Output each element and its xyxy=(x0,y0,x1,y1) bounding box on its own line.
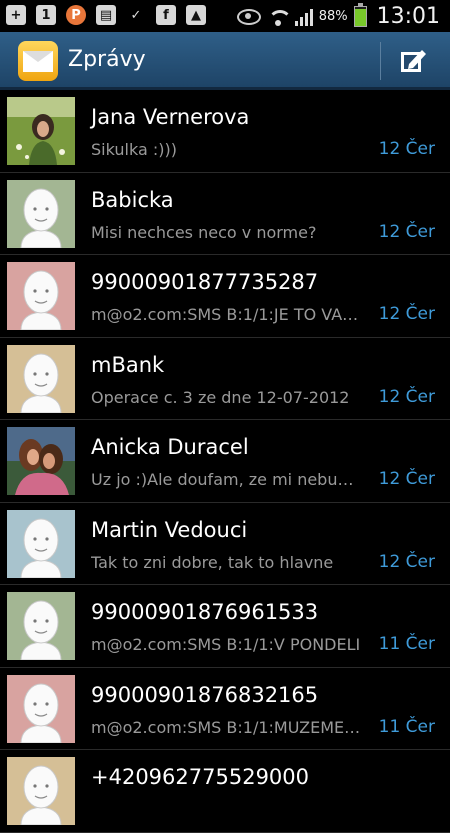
contact-photo[interactable] xyxy=(7,97,75,165)
messages-envelope-icon[interactable] xyxy=(18,41,58,81)
facebook-icon: f xyxy=(156,5,176,25)
sd-card-icon: ▤ xyxy=(96,5,116,25)
conversation-row[interactable]: 99000901877735287 m@o2.com:SMS B:1/1:JE T… xyxy=(0,255,450,338)
contact-name: Anicka Duracel xyxy=(91,435,249,459)
message-date: 12 Čer xyxy=(378,221,435,242)
conversation-row[interactable]: Anicka Duracel Uz jo :)Ale doufam, ze mi … xyxy=(0,420,450,503)
image-icon: ▲ xyxy=(186,5,206,25)
message-snippet: Misi nechces neco v norme? xyxy=(91,222,317,242)
conversation-row[interactable]: +420962775529000 xyxy=(0,750,450,833)
check-shield-icon: ✓ xyxy=(130,7,142,23)
message-date: 11 Čer xyxy=(378,634,435,654)
conversation-row[interactable]: Martin Vedouci Tak to zni dobre, tak to h… xyxy=(0,503,450,585)
wifi-icon xyxy=(267,7,289,27)
message-snippet: Tak to zni dobre, tak to hlavne xyxy=(91,552,334,572)
signal-icon xyxy=(294,8,313,26)
contact-name: 99000901876961533 xyxy=(91,600,319,624)
message-snippet: Uz jo :)Ale doufam, ze mi nebudes xyxy=(91,470,361,489)
message-snippet: Operace c. 3 ze dne 12-07-2012 xyxy=(91,387,350,407)
clock: 13:01 xyxy=(376,4,440,29)
conversation-row[interactable]: Babicka Misi nechces neco v norme? 12 Čer xyxy=(0,173,450,255)
action-bar: Zprávy xyxy=(0,32,450,90)
contact-name: Martin Vedouci xyxy=(91,517,248,542)
conversation-row[interactable]: 99000901876832165 m@o2.com:SMS B:1/1:MUZE… xyxy=(0,668,450,750)
contact-avatar-icon[interactable] xyxy=(7,344,75,413)
conversation-row[interactable]: mBank Operace c. 3 ze dne 12-07-2012 12 Če… xyxy=(0,338,450,420)
contact-avatar-icon[interactable] xyxy=(7,757,75,825)
message-snippet: m@o2.com:SMS B:1/1:JE TO VAZNE? xyxy=(91,305,361,324)
action-divider xyxy=(380,42,381,80)
battery-percent: 88% xyxy=(318,9,348,24)
message-date: 12 Čer xyxy=(378,386,435,407)
contact-name: Jana Vernerova xyxy=(91,105,250,129)
conversation-row[interactable]: Jana Vernerova Sikulka :))) 12 Čer xyxy=(0,90,450,173)
contact-name: Babicka xyxy=(91,187,174,212)
message-date: 12 Čer xyxy=(378,469,435,489)
message-date: 12 Čer xyxy=(378,139,435,159)
conversation-row[interactable]: 99000901876961533 m@o2.com:SMS B:1/1:V PO… xyxy=(0,585,450,668)
contact-avatar-icon[interactable] xyxy=(7,179,75,248)
eye-icon xyxy=(236,8,261,25)
compose-button[interactable] xyxy=(398,46,428,76)
message-snippet: m@o2.com:SMS B:1/1:V PONDELI xyxy=(91,635,361,654)
contact-name: 99000901877735287 xyxy=(91,270,319,294)
contact-avatar-icon[interactable] xyxy=(7,509,75,578)
compose-icon xyxy=(401,50,426,72)
message-date: 12 Čer xyxy=(378,304,435,324)
contact-name: 99000901876832165 xyxy=(91,682,319,707)
contact-name: +420962775529000 xyxy=(91,765,310,789)
conversation-list: Jana Vernerova Sikulka :))) 12 Čer Babicka M… xyxy=(0,90,450,833)
contact-avatar-icon[interactable] xyxy=(7,262,75,330)
message-snippet: Sikulka :))) xyxy=(91,140,177,159)
contact-avatar-icon[interactable] xyxy=(7,592,75,660)
battery-icon xyxy=(353,3,367,27)
message-snippet: m@o2.com:SMS B:1/1:MUZEME SE xyxy=(91,717,361,737)
message-date: 12 Čer xyxy=(378,551,435,572)
contact-photo[interactable] xyxy=(7,427,75,495)
chat-bubble-icon: P xyxy=(66,5,86,25)
plus-icon: + xyxy=(6,5,26,25)
status-bar: + 1 P ▤ ✓ f ▲ 88% 13:01 xyxy=(0,0,450,32)
notification-icons: + 1 P ▤ ✓ f ▲ xyxy=(6,5,206,25)
page-title: Zprávy xyxy=(68,47,146,72)
message-date: 11 Čer xyxy=(378,716,435,737)
system-status: 88% 13:01 xyxy=(236,3,440,29)
contact-avatar-icon[interactable] xyxy=(7,674,75,743)
contact-name: mBank xyxy=(91,352,165,377)
calendar-icon: 1 xyxy=(36,5,56,25)
